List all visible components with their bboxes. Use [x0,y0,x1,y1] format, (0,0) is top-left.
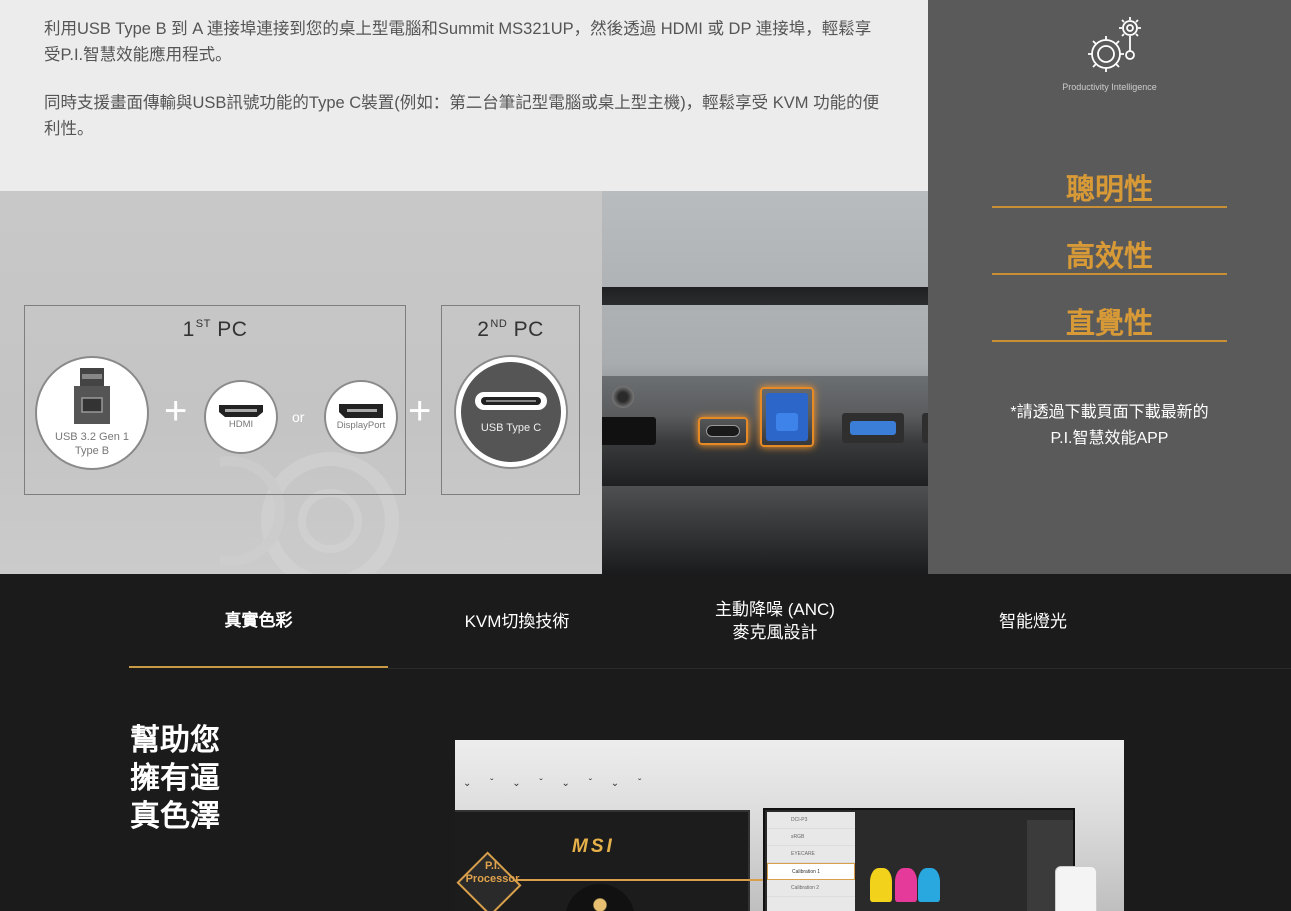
or-label: or [292,409,305,425]
monitor-front: MSI P.I. Processor [455,810,750,911]
tab-anc-line2: 麥克風設計 [732,623,818,642]
tab-kvm-switch[interactable]: KVM切換技術 [388,574,646,668]
second-pc-title: 2ND PC [477,318,544,341]
pi-logo-caption: Productivity Intelligence [1062,82,1157,92]
menu-item-calibration-1: Calibration 1 [767,863,855,880]
productivity-intelligence-gear-icon [1088,17,1141,72]
usb-type-c-connector: USB Type C [456,357,566,467]
menu-item-dci-p3: DCI-P3 [767,812,855,829]
usb-c-label: USB Type C [480,422,542,434]
hdmi-connector: HDMI [206,382,276,452]
intro-paragraph-usb: 利用USB Type B 到 A 連接埠連接到您的桌上型電腦和Summit MS… [44,20,872,64]
download-note: *請透過下載頁面下載最新的 P.I.智慧效能APP [928,400,1291,452]
pointer-arrow [517,879,777,881]
usb-b-label-line1: USB 3.2 Gen 1 [55,431,129,443]
intro-text-panel: 利用USB Type B 到 A 連接埠連接到您的桌上型電腦和Summit MS… [0,0,928,191]
tab-divider [388,668,1291,669]
displayport-label: DisplayPort [336,420,386,431]
paint-splash-cyan [918,868,940,902]
pi-processor-label: P.I. Processor [465,860,520,885]
section-headline: 幫助您 擁有逼 真色澤 [130,722,220,836]
feature-smart: 聰明性 [992,166,1227,208]
monitor-knob [565,884,635,911]
usb-b-plug-icon [74,368,110,424]
paint-splash-yellow [870,868,892,902]
headline-line1: 幫助您 [130,724,220,757]
monitor-ports-photo [602,191,928,574]
displayport-connector: DisplayPort [326,382,396,452]
connection-diagram: 1ST PC 2ND PC USB 3.2 Gen 1 Type B + HDMI… [0,191,602,574]
displayport-socket [602,417,656,445]
download-note-line1: *請透過下載頁面下載最新的 [1010,404,1209,421]
menu-item-eyecare: EYECARE [767,846,855,863]
usb-c-port-icon [475,392,547,410]
headline-line2: 擁有逼 [130,762,220,795]
download-note-line2: P.I.智慧效能APP [1050,430,1169,447]
menu-item-calibration-2: Calibration 2 [767,880,855,897]
desktop-pc-device [1055,866,1097,911]
usb-b-socket-inner [776,413,798,431]
true-color-product-image: ⌄ ˇ ⌄ ˇ ⌄ ˇ ⌄ ˇ MSI P.I. Processor DCI-P… [455,740,1124,911]
color-mode-menu: DCI-P3 sRGB EYECARE Calibration 1 Calibr… [767,812,855,911]
menu-item-srgb: sRGB [767,829,855,846]
tab-anc-line1: 主動降噪 (ANC) [715,600,835,619]
monitor-rim [602,287,928,305]
hdmi-label: HDMI [228,419,254,430]
usb-b-label-line2: Type B [74,445,110,457]
tab-smart-lighting[interactable]: 智能燈光 [904,574,1162,668]
usb-type-b-connector: USB 3.2 Gen 1 Type B [37,358,147,468]
displayport-port-icon [339,404,383,418]
intro-paragraph-kvm: 同時支援畫面傳輸與USB訊號功能的Type C裝置(例如：第二台筆記型電腦或桌上… [44,94,880,138]
first-pc-title: 1ST PC [182,318,248,341]
paint-splash-magenta [895,868,917,902]
feature-intuitive: 直覺性 [992,300,1227,342]
tab-true-color[interactable]: 真實色彩 [129,574,388,668]
hdmi-port-icon [219,405,263,417]
plus-sign-1: + [164,389,188,433]
feature-efficient: 高效性 [992,233,1227,275]
tab-anc-microphone[interactable]: 主動降噪 (ANC) 麥克風設計 [646,574,904,668]
usb-c-socket [706,425,740,437]
feature-tabs-section: 真實色彩 KVM切換技術 主動降噪 (ANC) 麥克風設計 智能燈光 幫助您 擁有… [0,574,1291,911]
usb-a-socket-inner [850,421,896,435]
pi-sidebar: Productivity Intelligence 聰明性 高效性 直覺性 *請… [928,0,1291,574]
plus-sign-2: + [408,389,432,433]
birds-decoration: ⌄ ˇ ⌄ ˇ ⌄ ˇ ⌄ ˇ [463,778,650,789]
headline-line3: 真色澤 [130,800,220,833]
screw-icon [612,386,634,408]
msi-logo: MSI [572,836,615,857]
